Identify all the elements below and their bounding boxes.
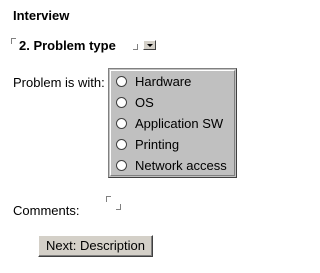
radio-option-label: Hardware [135, 74, 192, 89]
field-start-marker-icon [106, 196, 111, 202]
radio-option-label: Application SW [135, 116, 224, 131]
radio-option-label: Network access [135, 158, 227, 173]
section-dropdown-button[interactable] [143, 40, 156, 50]
next-description-button[interactable]: Next: Description [38, 235, 153, 257]
radio-button-icon[interactable] [116, 160, 127, 171]
problem-label: Problem is with: [13, 75, 105, 90]
page-title: Interview [13, 8, 70, 23]
section-heading: 2. Problem type [19, 38, 116, 53]
comments-label: Comments: [13, 203, 80, 218]
radio-button-icon[interactable] [116, 118, 127, 129]
problem-radio-group: Hardware OS Application SW Printing Netw… [108, 68, 237, 178]
radio-button-icon[interactable] [116, 97, 127, 108]
section-end-marker-icon [133, 44, 138, 50]
comments-field[interactable] [106, 196, 126, 214]
field-end-marker-icon [116, 204, 121, 210]
radio-option-label: Printing [135, 137, 180, 152]
radio-button-icon[interactable] [116, 139, 127, 150]
next-button-label: Next: Description [46, 238, 145, 253]
dropdown-arrow-icon [147, 44, 153, 47]
section-start-marker-icon [11, 38, 16, 44]
radio-button-icon[interactable] [116, 76, 127, 87]
radio-option-label: OS [135, 95, 154, 110]
